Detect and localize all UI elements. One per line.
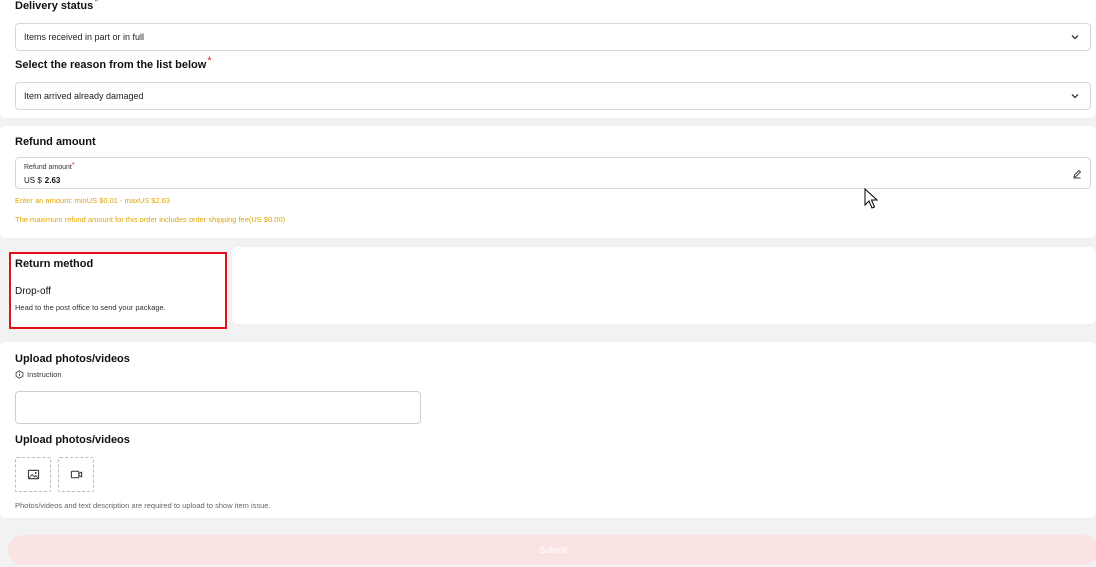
refund-max-hint: The maximum refund amount for this order…	[15, 215, 286, 224]
hexagon-info-icon	[15, 370, 24, 379]
return-method-title: Return method	[15, 258, 94, 270]
delivery-status-label: Delivery status*	[15, 0, 99, 12]
mouse-cursor-icon	[864, 188, 878, 209]
chevron-down-icon	[1071, 94, 1079, 99]
image-icon	[27, 469, 39, 480]
refund-range-hint: Enter an amount: minUS $0.01 - maxUS $2.…	[15, 196, 171, 205]
currency-label: US $	[24, 176, 42, 185]
required-mark: *	[207, 55, 212, 67]
return-method-option[interactable]: Drop-off	[15, 286, 51, 297]
refund-title: Refund amount	[15, 136, 96, 148]
delivery-status-select[interactable]: Items received in part or in full	[15, 23, 1091, 51]
upload-title-secondary: Upload photos/videos	[15, 434, 130, 446]
reason-value: Item arrived already damaged	[24, 91, 144, 101]
amount-number: 2.63	[44, 176, 61, 185]
pencil-icon[interactable]	[1072, 169, 1082, 179]
chevron-down-icon	[1071, 35, 1079, 40]
return-method-description: Head to the post office to send your pac…	[15, 303, 166, 312]
refund-amount-value: US $2.63	[24, 176, 60, 185]
return-method-card-background	[232, 247, 1096, 324]
return-request-page: Delivery status* Items received in part …	[0, 0, 1096, 567]
description-textarea[interactable]	[15, 391, 421, 424]
upload-card	[0, 342, 1096, 518]
video-icon	[70, 470, 82, 479]
upload-photo-button[interactable]	[15, 457, 51, 492]
instruction-link[interactable]: Instruction	[15, 370, 62, 379]
instruction-label: Instruction	[27, 370, 62, 379]
submit-button[interactable]: Submit	[8, 535, 1096, 565]
required-mark: *	[94, 0, 99, 8]
delivery-status-value: Items received in part or in full	[24, 32, 145, 42]
reason-label: Select the reason from the list below*	[15, 55, 212, 71]
upload-title: Upload photos/videos	[15, 353, 130, 365]
required-mark: *	[71, 162, 75, 169]
refund-field-label: Refund amount*	[24, 162, 75, 171]
upload-footnote: Photos/videos and text description are r…	[15, 501, 271, 510]
refund-amount-input[interactable]: Refund amount* US $2.63	[15, 157, 1091, 189]
upload-video-button[interactable]	[58, 457, 94, 492]
reason-select[interactable]: Item arrived already damaged	[15, 82, 1091, 110]
